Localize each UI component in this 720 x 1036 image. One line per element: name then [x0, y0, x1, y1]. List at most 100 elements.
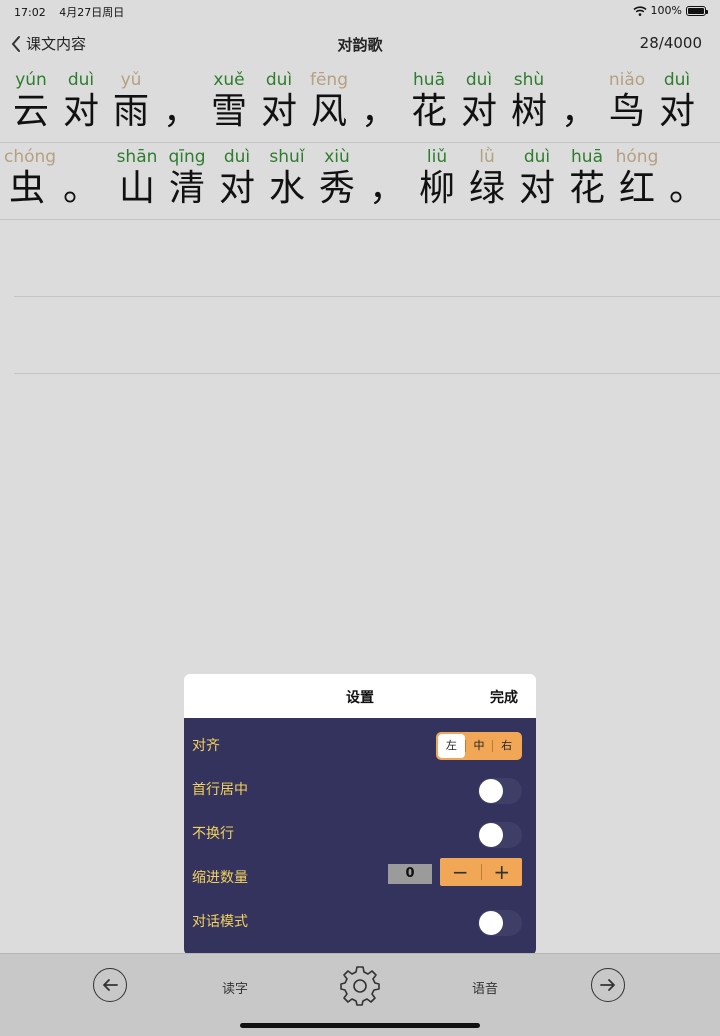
battery-icon: [686, 5, 708, 16]
increment-button[interactable]: +: [482, 858, 523, 886]
no-wrap-label: 不换行: [192, 826, 234, 842]
character-unit[interactable]: huā 花: [564, 143, 610, 219]
wifi-icon: [633, 5, 647, 16]
align-left-option[interactable]: 左: [438, 734, 465, 758]
hanzi: 。: [668, 168, 705, 209]
settings-popup: 设置 完成 对齐 左 中 右 首行居中 不换行 缩进数量 0 − + 对话模式: [184, 674, 536, 955]
voice-button[interactable]: 语音: [472, 978, 498, 997]
character-unit[interactable]: shù 树: [506, 66, 552, 142]
character-unit[interactable]: ，: [158, 66, 204, 142]
hanzi: 清: [168, 168, 205, 209]
character-unit[interactable]: 。: [58, 143, 104, 219]
hanzi: ，: [560, 91, 597, 132]
hanzi: 对: [218, 168, 255, 209]
pinyin: liǔ: [426, 147, 448, 167]
status-time: 17:02: [14, 6, 46, 19]
indent-label: 缩进数量: [192, 870, 248, 886]
arrow-right-circle-icon: [591, 968, 625, 1002]
hanzi: 树: [510, 91, 547, 132]
text-line: chóng 虫。 shān 山 qīng 清 duì 对 shuǐ 水 xiù 秀， liǔ 柳 lǜ 绿 du…: [0, 143, 720, 220]
character-unit[interactable]: chóng 虫: [4, 143, 56, 219]
page-title: 对韵歌: [337, 36, 383, 54]
indent-stepper[interactable]: − +: [440, 858, 522, 886]
pinyin: duì: [223, 147, 251, 167]
no-wrap-toggle[interactable]: [478, 822, 522, 848]
character-unit[interactable]: lǜ 绿: [464, 143, 510, 219]
pinyin: huā: [413, 70, 445, 90]
character-unit[interactable]: 。: [664, 143, 710, 219]
pinyin: niǎo: [608, 70, 646, 90]
previous-button[interactable]: [93, 968, 127, 1002]
toggle-knob: [479, 823, 503, 847]
pinyin: shān: [116, 147, 158, 167]
battery-percent: 100%: [650, 4, 682, 17]
character-unit[interactable]: yǔ 雨: [108, 66, 154, 142]
hanzi: 对: [62, 91, 99, 132]
progress-count: 28/4000: [639, 34, 702, 52]
empty-line: [14, 220, 720, 297]
character-unit[interactable]: duì 对: [214, 143, 260, 219]
settings-title: 设置: [346, 690, 374, 706]
hanzi: 虫: [8, 168, 45, 209]
text-line: yún 云 duì 对 yǔ 雨， xuě 雪 duì 对 fēng 风， huā 花 duì 对 shù 树， n…: [0, 66, 720, 143]
pinyin: duì: [523, 147, 551, 167]
navigation-bar: 课文内容 对韵歌 28/4000: [0, 22, 720, 66]
setting-no-wrap: 不换行: [184, 810, 536, 854]
settings-button[interactable]: [339, 964, 381, 1010]
pinyin: shuǐ: [269, 147, 305, 167]
align-segmented-control[interactable]: 左 中 右: [436, 732, 522, 760]
character-unit[interactable]: duì 对: [654, 66, 700, 142]
character-unit[interactable]: ，: [364, 143, 410, 219]
character-unit[interactable]: duì 对: [58, 66, 104, 142]
pinyin: hóng: [615, 147, 659, 167]
character-unit[interactable]: xuě 雪: [206, 66, 252, 142]
first-line-center-label: 首行居中: [192, 782, 248, 798]
pinyin: fēng: [309, 70, 348, 90]
pinyin: duì: [265, 70, 293, 90]
align-right-option[interactable]: 右: [493, 734, 520, 758]
hanzi: 云: [12, 91, 49, 132]
pinyin: shù: [513, 70, 545, 90]
pinyin: yǔ: [120, 70, 142, 90]
align-label: 对齐: [192, 738, 220, 754]
gear-icon: [340, 966, 380, 1006]
hanzi: 花: [568, 168, 605, 209]
character-unit[interactable]: liǔ 柳: [414, 143, 460, 219]
read-char-button[interactable]: 读字: [222, 978, 248, 997]
character-unit[interactable]: xiù 秀: [314, 143, 360, 219]
status-date: 4月27日周日: [59, 6, 125, 19]
character-unit[interactable]: ，: [356, 66, 402, 142]
character-unit[interactable]: hóng 红: [614, 143, 660, 219]
pinyin: duì: [465, 70, 493, 90]
character-unit[interactable]: qīng 清: [164, 143, 210, 219]
hanzi: 花: [410, 91, 447, 132]
hanzi: 对: [260, 91, 297, 132]
done-button[interactable]: 完成: [490, 687, 518, 707]
empty-line: [14, 297, 720, 374]
align-center-option[interactable]: 中: [466, 734, 493, 758]
character-unit[interactable]: duì 对: [256, 66, 302, 142]
pinyin: huā: [571, 147, 603, 167]
pinyin: yún: [15, 70, 47, 90]
character-unit[interactable]: fēng 风: [306, 66, 352, 142]
hanzi: ，: [162, 91, 199, 132]
hanzi: 红: [618, 168, 655, 209]
character-unit[interactable]: shān 山: [114, 143, 160, 219]
arrow-left-circle-icon: [93, 968, 127, 1002]
toggle-knob: [479, 779, 503, 803]
hanzi: 鸟: [608, 91, 645, 132]
dialog-mode-toggle[interactable]: [478, 910, 522, 936]
character-unit[interactable]: shuǐ 水: [264, 143, 310, 219]
settings-body: 对齐 左 中 右 首行居中 不换行 缩进数量 0 − + 对话模式: [184, 718, 536, 955]
hanzi: ，: [360, 91, 397, 132]
first-line-center-toggle[interactable]: [478, 778, 522, 804]
decrement-button[interactable]: −: [440, 858, 481, 886]
character-unit[interactable]: huā 花: [406, 66, 452, 142]
toggle-knob: [479, 911, 503, 935]
next-button[interactable]: [591, 968, 625, 1002]
character-unit[interactable]: duì 对: [456, 66, 502, 142]
character-unit[interactable]: yún 云: [8, 66, 54, 142]
character-unit[interactable]: niǎo 鸟: [604, 66, 650, 142]
character-unit[interactable]: ，: [556, 66, 602, 142]
character-unit[interactable]: duì 对: [514, 143, 560, 219]
